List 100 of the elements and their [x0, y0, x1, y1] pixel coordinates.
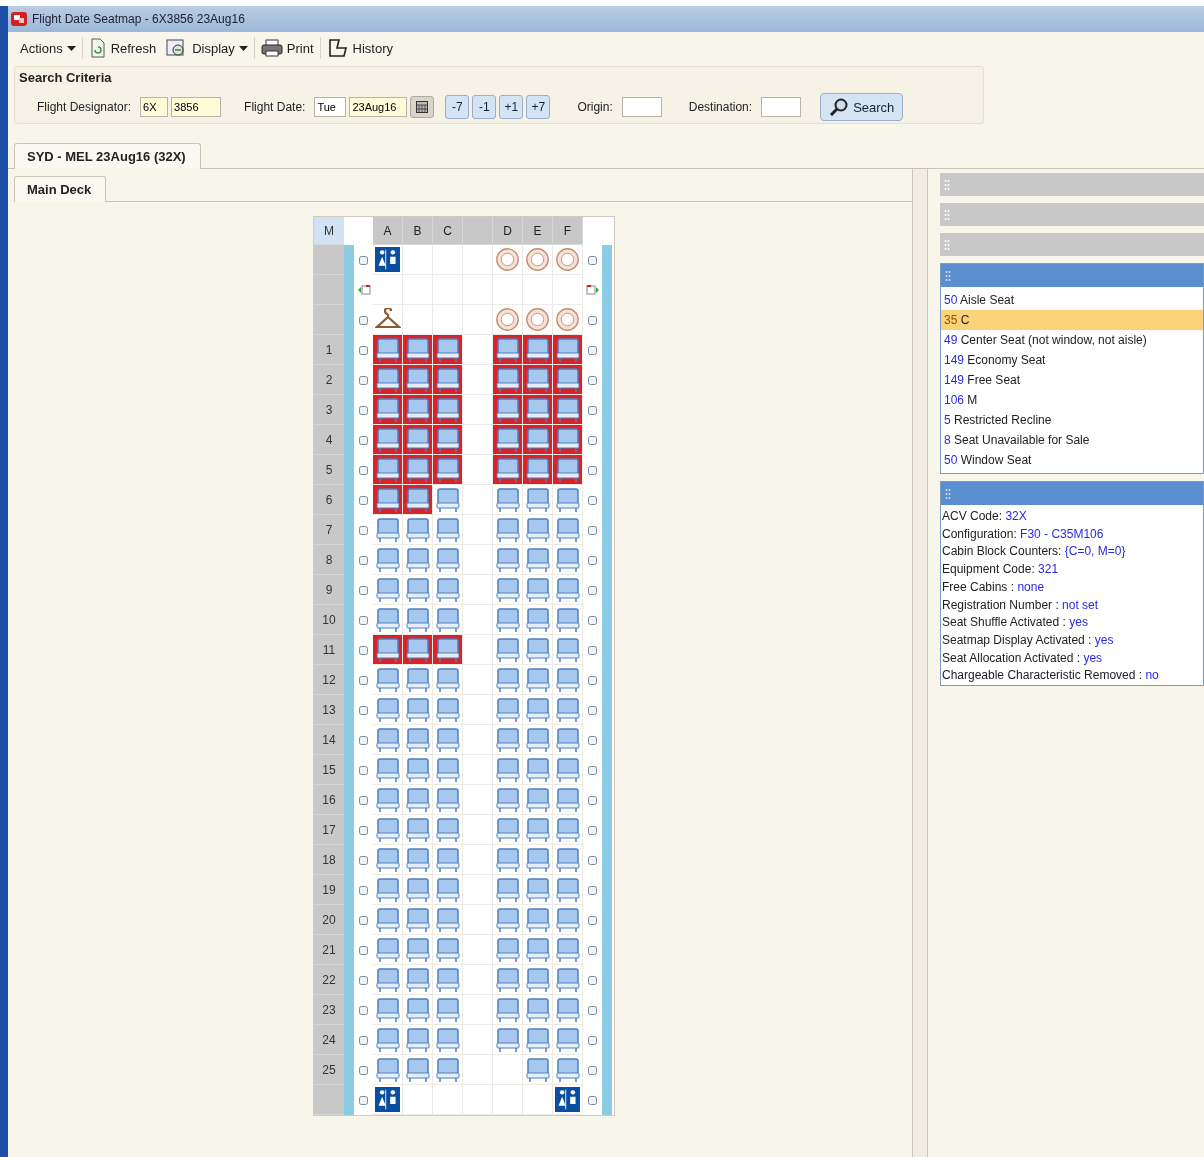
seat[interactable] [373, 785, 403, 815]
seat[interactable] [553, 815, 583, 845]
seat[interactable] [373, 875, 403, 905]
seat[interactable] [553, 995, 583, 1025]
seat[interactable] [493, 695, 523, 725]
seat[interactable] [403, 425, 433, 455]
seat[interactable] [523, 545, 553, 575]
seat[interactable] [523, 515, 553, 545]
seat[interactable] [373, 545, 403, 575]
seat[interactable] [373, 335, 403, 365]
seat[interactable] [373, 935, 403, 965]
seat[interactable] [493, 395, 523, 425]
characteristic-item[interactable]: 5 Restricted Recline [941, 410, 1203, 430]
toolbar-button[interactable]: History [322, 36, 397, 60]
seat[interactable] [553, 905, 583, 935]
seat[interactable] [433, 845, 463, 875]
seat[interactable] [523, 785, 553, 815]
carrier-field[interactable]: 6X [140, 97, 169, 117]
seat[interactable] [493, 425, 523, 455]
seat[interactable] [493, 875, 523, 905]
characteristic-item[interactable]: 35 C [941, 310, 1203, 330]
seat[interactable] [373, 665, 403, 695]
toolbar-button[interactable]: Actions [16, 38, 80, 58]
calendar-button[interactable] [410, 96, 435, 118]
seat[interactable] [553, 395, 583, 425]
seat[interactable] [493, 755, 523, 785]
seat[interactable] [373, 575, 403, 605]
seat[interactable] [523, 875, 553, 905]
toolbar-button[interactable]: Refresh [84, 36, 161, 60]
seat[interactable] [373, 695, 403, 725]
seat[interactable] [523, 455, 553, 485]
seat[interactable] [493, 935, 523, 965]
seat[interactable] [493, 815, 523, 845]
characteristic-item[interactable]: 106 M [941, 390, 1203, 410]
seat[interactable] [403, 635, 433, 665]
seat[interactable] [433, 1025, 463, 1055]
seat[interactable] [433, 545, 463, 575]
seat[interactable] [493, 785, 523, 815]
seat[interactable] [493, 845, 523, 875]
day-shift-button[interactable]: -7 [445, 95, 470, 119]
characteristic-item[interactable]: 8 Seat Unavailable for Sale [941, 430, 1203, 450]
seat[interactable] [373, 995, 403, 1025]
deck-tab[interactable]: Main Deck [14, 176, 107, 202]
seat[interactable] [433, 965, 463, 995]
seat[interactable] [403, 875, 433, 905]
date-field[interactable]: 23Aug16 [349, 97, 408, 117]
seat[interactable] [403, 395, 433, 425]
day-shift-button[interactable]: +7 [526, 95, 551, 119]
seat[interactable] [403, 905, 433, 935]
seat[interactable] [493, 485, 523, 515]
seat[interactable] [523, 485, 553, 515]
seat[interactable] [493, 575, 523, 605]
seat[interactable] [523, 635, 553, 665]
seat[interactable] [373, 725, 403, 755]
seat[interactable] [523, 995, 553, 1025]
seat[interactable] [373, 635, 403, 665]
seat[interactable] [373, 605, 403, 635]
search-button[interactable]: Search [820, 93, 904, 121]
seat[interactable] [493, 515, 523, 545]
seat[interactable] [433, 335, 463, 365]
characteristic-item[interactable]: 149 Free Seat [941, 370, 1203, 390]
seat[interactable] [523, 425, 553, 455]
seat[interactable] [373, 455, 403, 485]
seat[interactable] [373, 905, 403, 935]
weekday-field[interactable]: Tue [314, 97, 347, 117]
seat[interactable] [403, 695, 433, 725]
seat[interactable] [403, 665, 433, 695]
seat[interactable] [403, 1055, 433, 1085]
seat[interactable] [553, 755, 583, 785]
seat[interactable] [373, 425, 403, 455]
seat[interactable] [373, 515, 403, 545]
seat[interactable] [553, 335, 583, 365]
seat[interactable] [493, 365, 523, 395]
seat[interactable] [553, 365, 583, 395]
seat[interactable] [433, 695, 463, 725]
seat[interactable] [433, 485, 463, 515]
seat[interactable] [433, 905, 463, 935]
seat[interactable] [403, 365, 433, 395]
seat[interactable] [523, 845, 553, 875]
seat[interactable] [523, 1025, 553, 1055]
seat[interactable] [553, 455, 583, 485]
seat[interactable] [553, 515, 583, 545]
seat[interactable] [433, 995, 463, 1025]
seat[interactable] [493, 455, 523, 485]
seat[interactable] [373, 815, 403, 845]
seat[interactable] [433, 455, 463, 485]
seat[interactable] [433, 725, 463, 755]
seat[interactable] [493, 725, 523, 755]
characteristic-item[interactable]: 50 Aisle Seat [941, 290, 1203, 310]
seat[interactable] [493, 605, 523, 635]
seat[interactable] [553, 575, 583, 605]
seat[interactable] [523, 935, 553, 965]
seat[interactable] [403, 515, 433, 545]
seat[interactable] [403, 965, 433, 995]
seat[interactable] [403, 545, 433, 575]
seat[interactable] [433, 575, 463, 605]
seat[interactable] [403, 785, 433, 815]
seat[interactable] [553, 545, 583, 575]
seat[interactable] [493, 665, 523, 695]
seat[interactable] [553, 875, 583, 905]
